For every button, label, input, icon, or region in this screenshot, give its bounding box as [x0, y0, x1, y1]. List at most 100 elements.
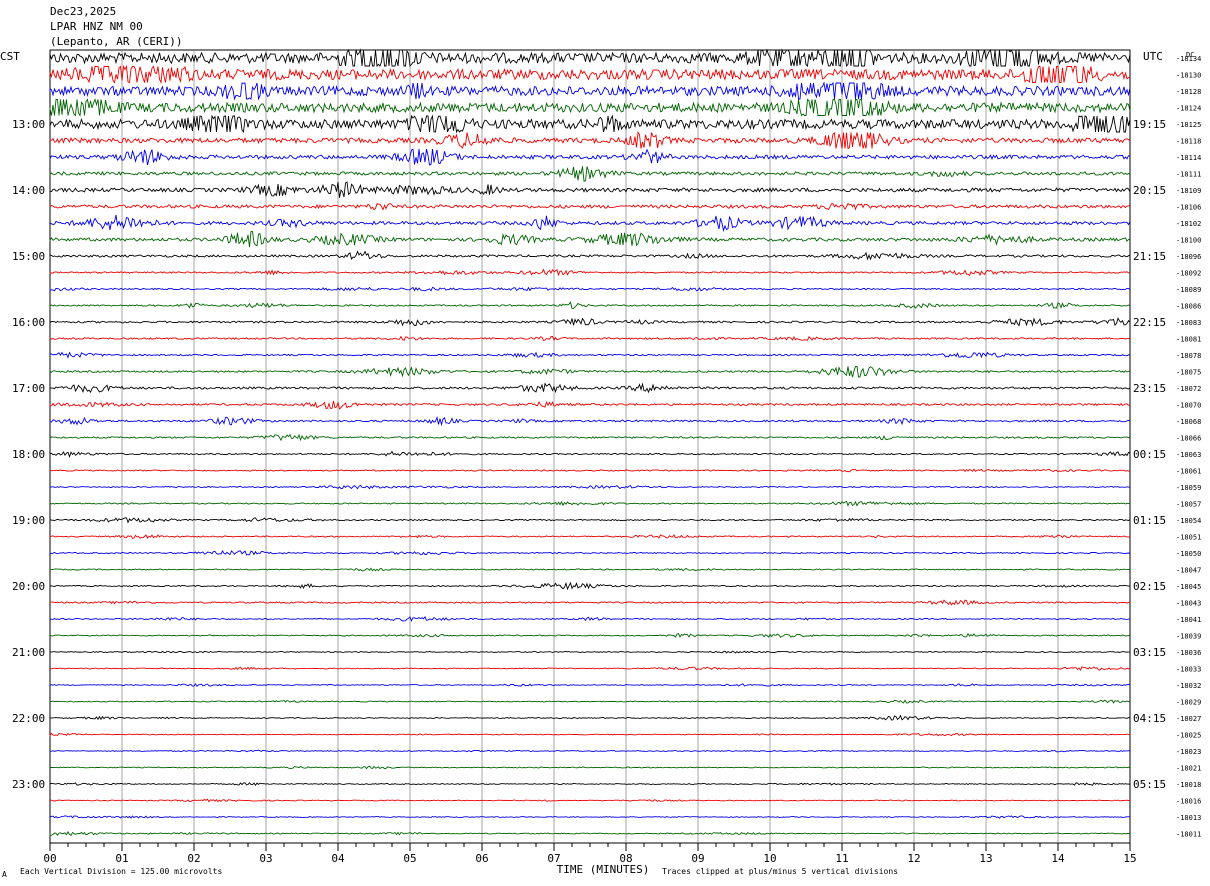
dc-offset-label: -18109: [1176, 187, 1201, 195]
dc-offset-label: -18039: [1176, 633, 1201, 641]
x-tick-label: 03: [259, 852, 272, 865]
trace-line: [49, 699, 1131, 704]
dc-offset-label: -18054: [1176, 517, 1201, 525]
dc-offset-label: -18106: [1176, 204, 1201, 212]
trace-line: [49, 549, 1131, 556]
trace-line: [49, 682, 1131, 687]
dc-offset-label: -18047: [1176, 567, 1201, 575]
hour-label-cst: 15:00: [12, 250, 45, 263]
x-tick-label: 09: [691, 852, 704, 865]
dc-offset-label: -18036: [1176, 649, 1201, 657]
dc-offset-label: -18061: [1176, 468, 1201, 476]
x-tick-label: 05: [403, 852, 416, 865]
trace-line: [49, 484, 1131, 490]
hour-label-cst: 16:00: [12, 316, 45, 329]
dc-offset-label: -18111: [1176, 171, 1201, 179]
plot-frame: [49, 49, 1131, 844]
hour-label-utc: 00:15: [1133, 448, 1166, 461]
trace-line: [49, 317, 1131, 327]
trace-line: [49, 517, 1131, 524]
trace-line: [49, 166, 1131, 182]
dc-offset-label: -18021: [1176, 765, 1201, 773]
x-tick-label: 12: [907, 852, 920, 865]
hour-label-cst: 17:00: [12, 382, 45, 395]
hour-label-cst: 14:00: [12, 184, 45, 197]
dc-offset-label: -18130: [1176, 72, 1201, 80]
dc-offset-label: -18086: [1176, 303, 1201, 311]
dc-offset-label: -18114: [1176, 154, 1201, 162]
x-tick-label: 15: [1123, 852, 1136, 865]
dc-offset-label: -18075: [1176, 369, 1201, 377]
dc-offset-label: -18081: [1176, 336, 1201, 344]
x-tick-label: 10: [763, 852, 776, 865]
trace-line: [49, 268, 1131, 277]
dc-offset-label: -18066: [1176, 435, 1201, 443]
trace-line: [49, 500, 1131, 507]
hour-label-utc: 03:15: [1133, 646, 1166, 659]
dc-offset-label: -18063: [1176, 451, 1201, 459]
trace-line: [49, 666, 1131, 671]
corner-mark: A: [2, 870, 7, 879]
trace-line: [49, 749, 1131, 753]
dc-offset-label: -18096: [1176, 253, 1201, 261]
x-tick-label: 04: [331, 852, 345, 865]
trace-line: [49, 48, 1131, 68]
trace-line: [49, 114, 1131, 134]
hour-label-utc: 21:15: [1133, 250, 1166, 263]
x-tick-label: 14: [1051, 852, 1065, 865]
hour-label-cst: 18:00: [12, 448, 45, 461]
hour-label-utc: 20:15: [1133, 184, 1166, 197]
hour-label-cst: 19:00: [12, 514, 45, 527]
dc-offset-label: -18092: [1176, 270, 1201, 278]
trace-line: [49, 732, 1131, 737]
seismogram-plot: -18134-18130-18128-18124-18125-18118-181…: [0, 48, 1201, 876]
trace-line: [49, 400, 1131, 410]
dc-offset-label: -18033: [1176, 666, 1201, 674]
trace-line: [49, 599, 1131, 606]
x-tick-label: 13: [979, 852, 992, 865]
cst-label: CST: [0, 50, 20, 63]
trace-line: [49, 382, 1131, 394]
trace-line: [49, 798, 1131, 803]
dc-offset-label: -18070: [1176, 402, 1201, 410]
dc-offset-label: -18125: [1176, 121, 1201, 129]
trace-line: [49, 782, 1131, 786]
clip-note: Traces clipped at plus/minus 5 vertical …: [662, 867, 899, 876]
dc-offset-label: -18089: [1176, 286, 1201, 294]
hour-label-utc: 04:15: [1133, 712, 1166, 725]
trace-line: [49, 301, 1131, 309]
trace-line: [49, 286, 1131, 292]
dc-offset-label: -18032: [1176, 682, 1201, 690]
trace-line: [49, 131, 1131, 150]
trace-line: [49, 632, 1131, 638]
hour-label-cst: 23:00: [12, 778, 45, 791]
dc-offset-label: -18124: [1176, 105, 1201, 113]
dc-offset-label: -18050: [1176, 550, 1201, 558]
dc-offset-label: -18043: [1176, 600, 1201, 608]
trace-line: [49, 581, 1131, 591]
trace-line: [49, 433, 1131, 442]
dc-offset-label: -18128: [1176, 88, 1201, 96]
x-axis-title: TIME (MINUTES): [557, 863, 650, 876]
trace-line: [49, 616, 1131, 622]
hour-label-utc: 01:15: [1133, 514, 1166, 527]
trace-line: [49, 815, 1130, 819]
x-tick-label: 00: [43, 852, 56, 865]
trace-line: [49, 567, 1131, 572]
trace-line: [49, 250, 1131, 261]
x-tick-label: 02: [187, 852, 200, 865]
dc-offset-label: -18118: [1176, 138, 1201, 146]
trace-line: [49, 415, 1131, 427]
trace-line: [49, 650, 1131, 654]
x-tick-label: 06: [475, 852, 488, 865]
dc-offset-label: -18011: [1176, 831, 1201, 839]
trace-line: [49, 450, 1131, 458]
trace-line: [49, 181, 1131, 198]
dc-offset-label: -18029: [1176, 699, 1201, 707]
trace-line: [49, 534, 1131, 539]
dc-offset-label: -18100: [1176, 237, 1201, 245]
hour-label-cst: 20:00: [12, 580, 45, 593]
hour-label-cst: 22:00: [12, 712, 45, 725]
hour-label-utc: 22:15: [1133, 316, 1166, 329]
trace-line: [49, 202, 1131, 211]
